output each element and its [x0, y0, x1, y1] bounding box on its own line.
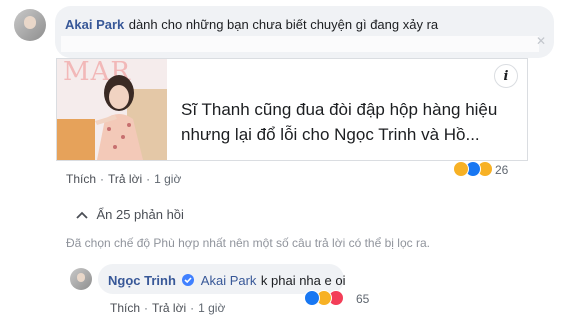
redacted-bar — [61, 36, 539, 52]
chevron-up-icon — [76, 211, 88, 219]
comment-reactions[interactable]: 26 — [453, 161, 533, 181]
reply-actions: Thích · Trả lời · 1 giờ — [110, 301, 226, 315]
hide-replies-label: Ẩn 25 phản hồi — [96, 207, 184, 222]
timestamp[interactable]: 1 giờ — [154, 172, 181, 186]
verified-badge-icon — [182, 274, 195, 286]
reply-reactions[interactable]: 65 — [304, 290, 384, 310]
reply-reaction-count: 65 — [356, 292, 370, 306]
reply-mention[interactable]: Akai Park — [201, 273, 257, 288]
reply-avatar[interactable] — [70, 268, 92, 290]
link-title[interactable]: Sĩ Thanh cũng đua đòi đập hộp hàng hiệu … — [181, 97, 511, 147]
comment-text: dành cho những bạn chưa biết chuyện gì đ… — [128, 17, 439, 32]
reply-link[interactable]: Trả lời — [108, 172, 142, 186]
reply-author[interactable]: Ngọc Trinh — [108, 273, 176, 288]
haha-reaction-icon — [453, 161, 469, 177]
reaction-count: 26 — [495, 163, 509, 177]
like-reaction-icon — [304, 290, 320, 306]
comment-author[interactable]: Akai Park — [65, 17, 124, 32]
hide-replies-toggle[interactable]: Ẩn 25 phản hồi — [76, 206, 184, 224]
filter-notice: Đã chọn chế độ Phù hợp nhất nên một số c… — [66, 236, 430, 250]
like-link[interactable]: Thích — [66, 172, 96, 186]
more-options-icon[interactable]: ✕ — [536, 34, 546, 48]
reply-reply-link[interactable]: Trả lời — [152, 301, 186, 315]
reply-timestamp[interactable]: 1 giờ — [198, 301, 225, 315]
info-icon[interactable]: i — [494, 64, 518, 88]
link-preview-card[interactable]: MAR Sĩ Thanh cũng đua đòi đập hộp hàng h… — [56, 58, 528, 161]
comment-actions: Thích · Trả lời · 1 giờ — [66, 172, 182, 186]
comment-bubble: Akai Park dành cho những bạn chưa biết c… — [55, 6, 554, 58]
link-thumbnail: MAR — [57, 59, 167, 160]
reply-like-link[interactable]: Thích — [110, 301, 140, 315]
avatar[interactable] — [14, 9, 46, 41]
reply-text: k phai nha e oi — [260, 273, 346, 288]
